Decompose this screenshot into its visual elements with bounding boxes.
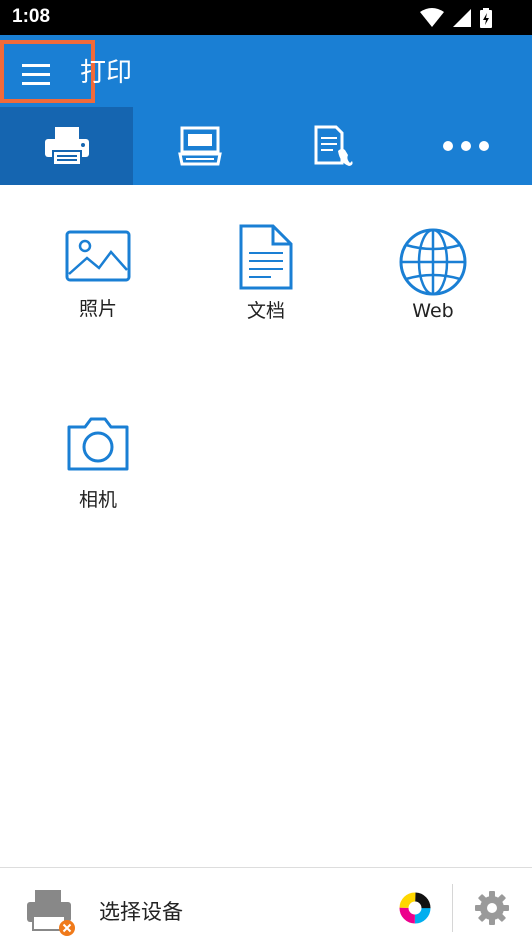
tile-label: 相机 xyxy=(78,489,117,511)
fax-document-icon xyxy=(314,125,353,166)
device-printer-icon[interactable] xyxy=(25,888,79,938)
signal-icon xyxy=(453,9,471,27)
tile-web[interactable]: Web xyxy=(368,228,498,322)
tile-label: 文档 xyxy=(246,300,285,322)
tab-fax[interactable] xyxy=(266,107,399,185)
printer-icon xyxy=(44,127,89,166)
tile-document[interactable]: 文档 xyxy=(201,224,331,323)
battery-icon xyxy=(480,8,492,28)
tab-print[interactable] xyxy=(0,107,133,185)
wifi-icon xyxy=(420,8,444,27)
photo-icon xyxy=(65,230,131,282)
tile-camera[interactable]: 相机 xyxy=(33,415,163,512)
gear-icon[interactable] xyxy=(474,890,510,926)
scanner-icon xyxy=(177,126,222,166)
tile-photo[interactable]: 照片 xyxy=(33,230,163,321)
hamburger-icon xyxy=(22,64,50,85)
status-bar: 1:08 xyxy=(0,0,532,35)
document-icon xyxy=(239,224,293,290)
status-icons xyxy=(420,8,492,28)
more-dots-icon xyxy=(442,141,489,151)
page-title: 打印 xyxy=(80,58,133,88)
camera-icon xyxy=(67,417,129,471)
select-device-label[interactable]: 选择设备 xyxy=(99,896,183,926)
app-bar: 打印 xyxy=(0,35,532,107)
tab-scan[interactable] xyxy=(133,107,266,185)
divider xyxy=(452,884,453,932)
tile-label: Web xyxy=(412,300,454,322)
globe-icon xyxy=(399,228,467,296)
ink-level-icon[interactable] xyxy=(399,892,431,924)
tab-more[interactable] xyxy=(399,107,532,185)
status-time: 1:08 xyxy=(12,6,51,27)
tile-label: 照片 xyxy=(78,298,117,320)
bottom-bar: 选择设备 xyxy=(0,867,532,947)
tab-bar xyxy=(0,107,532,185)
